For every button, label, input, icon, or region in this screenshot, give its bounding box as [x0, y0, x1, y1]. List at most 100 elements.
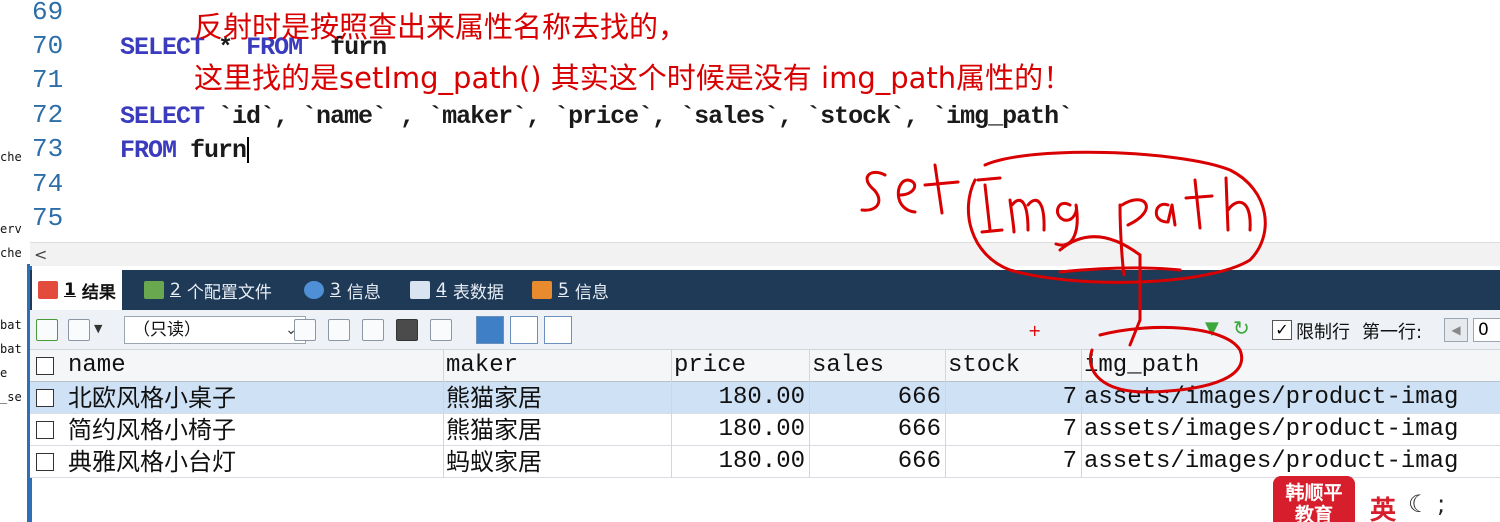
first-row-input[interactable]: 0 [1473, 318, 1500, 342]
sidebar-fragment: bat [0, 342, 22, 356]
column-header-sales[interactable]: sales [810, 350, 946, 382]
insert-row-icon[interactable] [294, 319, 316, 341]
editor-horizontal-scrollbar[interactable]: < [30, 242, 1500, 266]
cell-img-path[interactable]: assets/images/product-imag [1082, 446, 1500, 478]
sql-keyword: SELECT [120, 102, 205, 131]
line-number: 71 [32, 65, 64, 95]
line-number: 72 [32, 100, 64, 130]
tab-label: 信息 [574, 282, 609, 303]
sidebar-fragment: _se [0, 390, 22, 404]
result-grid: name maker price sales stock img_path 北欧… [30, 350, 1500, 480]
sidebar-fragment: bat [0, 318, 22, 332]
sql-keyword: SELECT [120, 33, 205, 62]
tab-label: 信息 [346, 282, 381, 303]
tab-table-data[interactable]: 4 表数据 [410, 270, 504, 310]
grid-header-row: name maker price sales stock img_path [30, 350, 1500, 382]
table-row[interactable]: 简约风格小椅子 熊猫家居 180.00 666 7 assets/images/… [30, 414, 1500, 446]
cell-name[interactable]: 典雅风格小台灯 [66, 446, 444, 478]
chevron-down-icon[interactable]: ▼ [94, 322, 102, 335]
prev-page-button[interactable]: ◀ [1444, 318, 1468, 342]
column-header-img-path[interactable]: img_path [1082, 350, 1500, 382]
discard-icon[interactable] [430, 319, 452, 341]
result-tab-bar: 1 结果 2 个配置文件 3 信息 4 表数据 5 信息 [30, 270, 1500, 310]
tab-number: 1 [64, 280, 76, 300]
sidebar-fragment: erv [0, 222, 22, 236]
text-caret [247, 137, 250, 164]
tab-number: 2 [170, 280, 181, 300]
moon-icon: ☾ ; [1408, 490, 1446, 518]
ime-indicator[interactable]: 英 [1370, 490, 1396, 522]
tab-info[interactable]: 3 信息 [304, 270, 381, 310]
save-icon[interactable] [362, 319, 384, 341]
scroll-left-icon[interactable]: < [34, 245, 47, 264]
cell-maker[interactable]: 熊猫家居 [444, 382, 672, 414]
limit-rows-label: 限制行 [1296, 322, 1350, 343]
tab-info-2[interactable]: 5 信息 [532, 270, 609, 310]
cell-stock[interactable]: 7 [946, 382, 1082, 414]
line-number: 69 [32, 0, 64, 27]
sidebar-fragment: e [0, 366, 8, 380]
tab-label: 表数据 [452, 282, 504, 303]
code-line-73: FROM furn [120, 136, 250, 165]
refresh-icon[interactable] [36, 319, 58, 341]
column-header-name[interactable]: name [66, 350, 444, 382]
line-number: 73 [32, 134, 64, 164]
cell-name[interactable]: 北欧风格小桌子 [66, 382, 444, 414]
row-checkbox[interactable] [36, 389, 54, 407]
grid-view-button[interactable] [476, 316, 504, 344]
annotation-line-1: 反射时是按照查出来属性名称去找的， [194, 10, 688, 44]
cell-img-path[interactable]: assets/images/product-imag [1082, 382, 1500, 414]
profile-icon [144, 281, 164, 299]
cell-maker[interactable]: 蚂蚁家居 [444, 446, 672, 478]
column-header-price[interactable]: price [672, 350, 810, 382]
copy-row-icon[interactable] [328, 319, 350, 341]
text-view-button[interactable] [544, 316, 572, 344]
cell-price[interactable]: 180.00 [672, 414, 810, 446]
filter-icon[interactable]: ▼ [1205, 318, 1219, 339]
form-view-button[interactable] [510, 316, 538, 344]
tab-results[interactable]: 1 结果 [32, 270, 122, 310]
select-all-checkbox[interactable] [36, 357, 54, 375]
cell-maker[interactable]: 熊猫家居 [444, 414, 672, 446]
watermark-logo: 韩顺平 教育 [1273, 476, 1355, 522]
logo-line: 教育 [1294, 504, 1333, 522]
cell-sales[interactable]: 666 [810, 414, 946, 446]
cell-sales[interactable]: 666 [810, 446, 946, 478]
sidebar-fragment: che [0, 150, 22, 164]
sql-table: furn [190, 136, 247, 165]
column-header-maker[interactable]: maker [444, 350, 672, 382]
line-number: 74 [32, 169, 64, 199]
cell-img-path[interactable]: assets/images/product-imag [1082, 414, 1500, 446]
tab-label: 结果 [81, 282, 116, 303]
cell-sales[interactable]: 666 [810, 382, 946, 414]
reload-icon[interactable]: ↻ [1233, 316, 1250, 340]
annotation-line-2: 这里找的是setImg_path() 其实这个时候是没有 img_path属性的… [194, 61, 1073, 95]
cell-stock[interactable]: 7 [946, 446, 1082, 478]
tab-profiles[interactable]: 2 个配置文件 [144, 270, 272, 310]
grid-icon [38, 281, 58, 299]
tab-number: 3 [330, 280, 341, 300]
cell-price[interactable]: 180.00 [672, 446, 810, 478]
tab-number: 4 [436, 280, 447, 300]
info-icon [304, 281, 324, 299]
sql-keyword: FROM [120, 136, 177, 165]
result-toolbar: ▼ （只读） ⌄ ▼ ↻ ✓ 限制行 第一行: ◀ 0 [30, 310, 1500, 350]
line-number: 75 [32, 203, 64, 233]
delete-icon[interactable] [396, 319, 418, 341]
table-icon [410, 281, 430, 299]
tab-label: 个配置文件 [186, 282, 272, 303]
column-header-stock[interactable]: stock [946, 350, 1082, 382]
row-checkbox[interactable] [36, 421, 54, 439]
code-line-72: SELECT `id`, `name` , `maker`, `price`, … [120, 102, 1073, 131]
sidebar-fragment: che [0, 246, 22, 260]
limit-rows-checkbox[interactable]: ✓ [1272, 320, 1292, 340]
cell-stock[interactable]: 7 [946, 414, 1082, 446]
cell-price[interactable]: 180.00 [672, 382, 810, 414]
add-row-icon[interactable] [68, 319, 90, 341]
table-row[interactable]: 典雅风格小台灯 蚂蚁家居 180.00 666 7 assets/images/… [30, 446, 1500, 478]
table-row[interactable]: 北欧风格小桌子 熊猫家居 180.00 666 7 assets/images/… [30, 382, 1500, 414]
row-checkbox[interactable] [36, 453, 54, 471]
cell-name[interactable]: 简约风格小椅子 [66, 414, 444, 446]
readonly-select[interactable]: （只读） ⌄ [124, 316, 306, 344]
sql-columns: `id`, `name` , `maker`, `price`, `sales`… [218, 102, 1073, 131]
